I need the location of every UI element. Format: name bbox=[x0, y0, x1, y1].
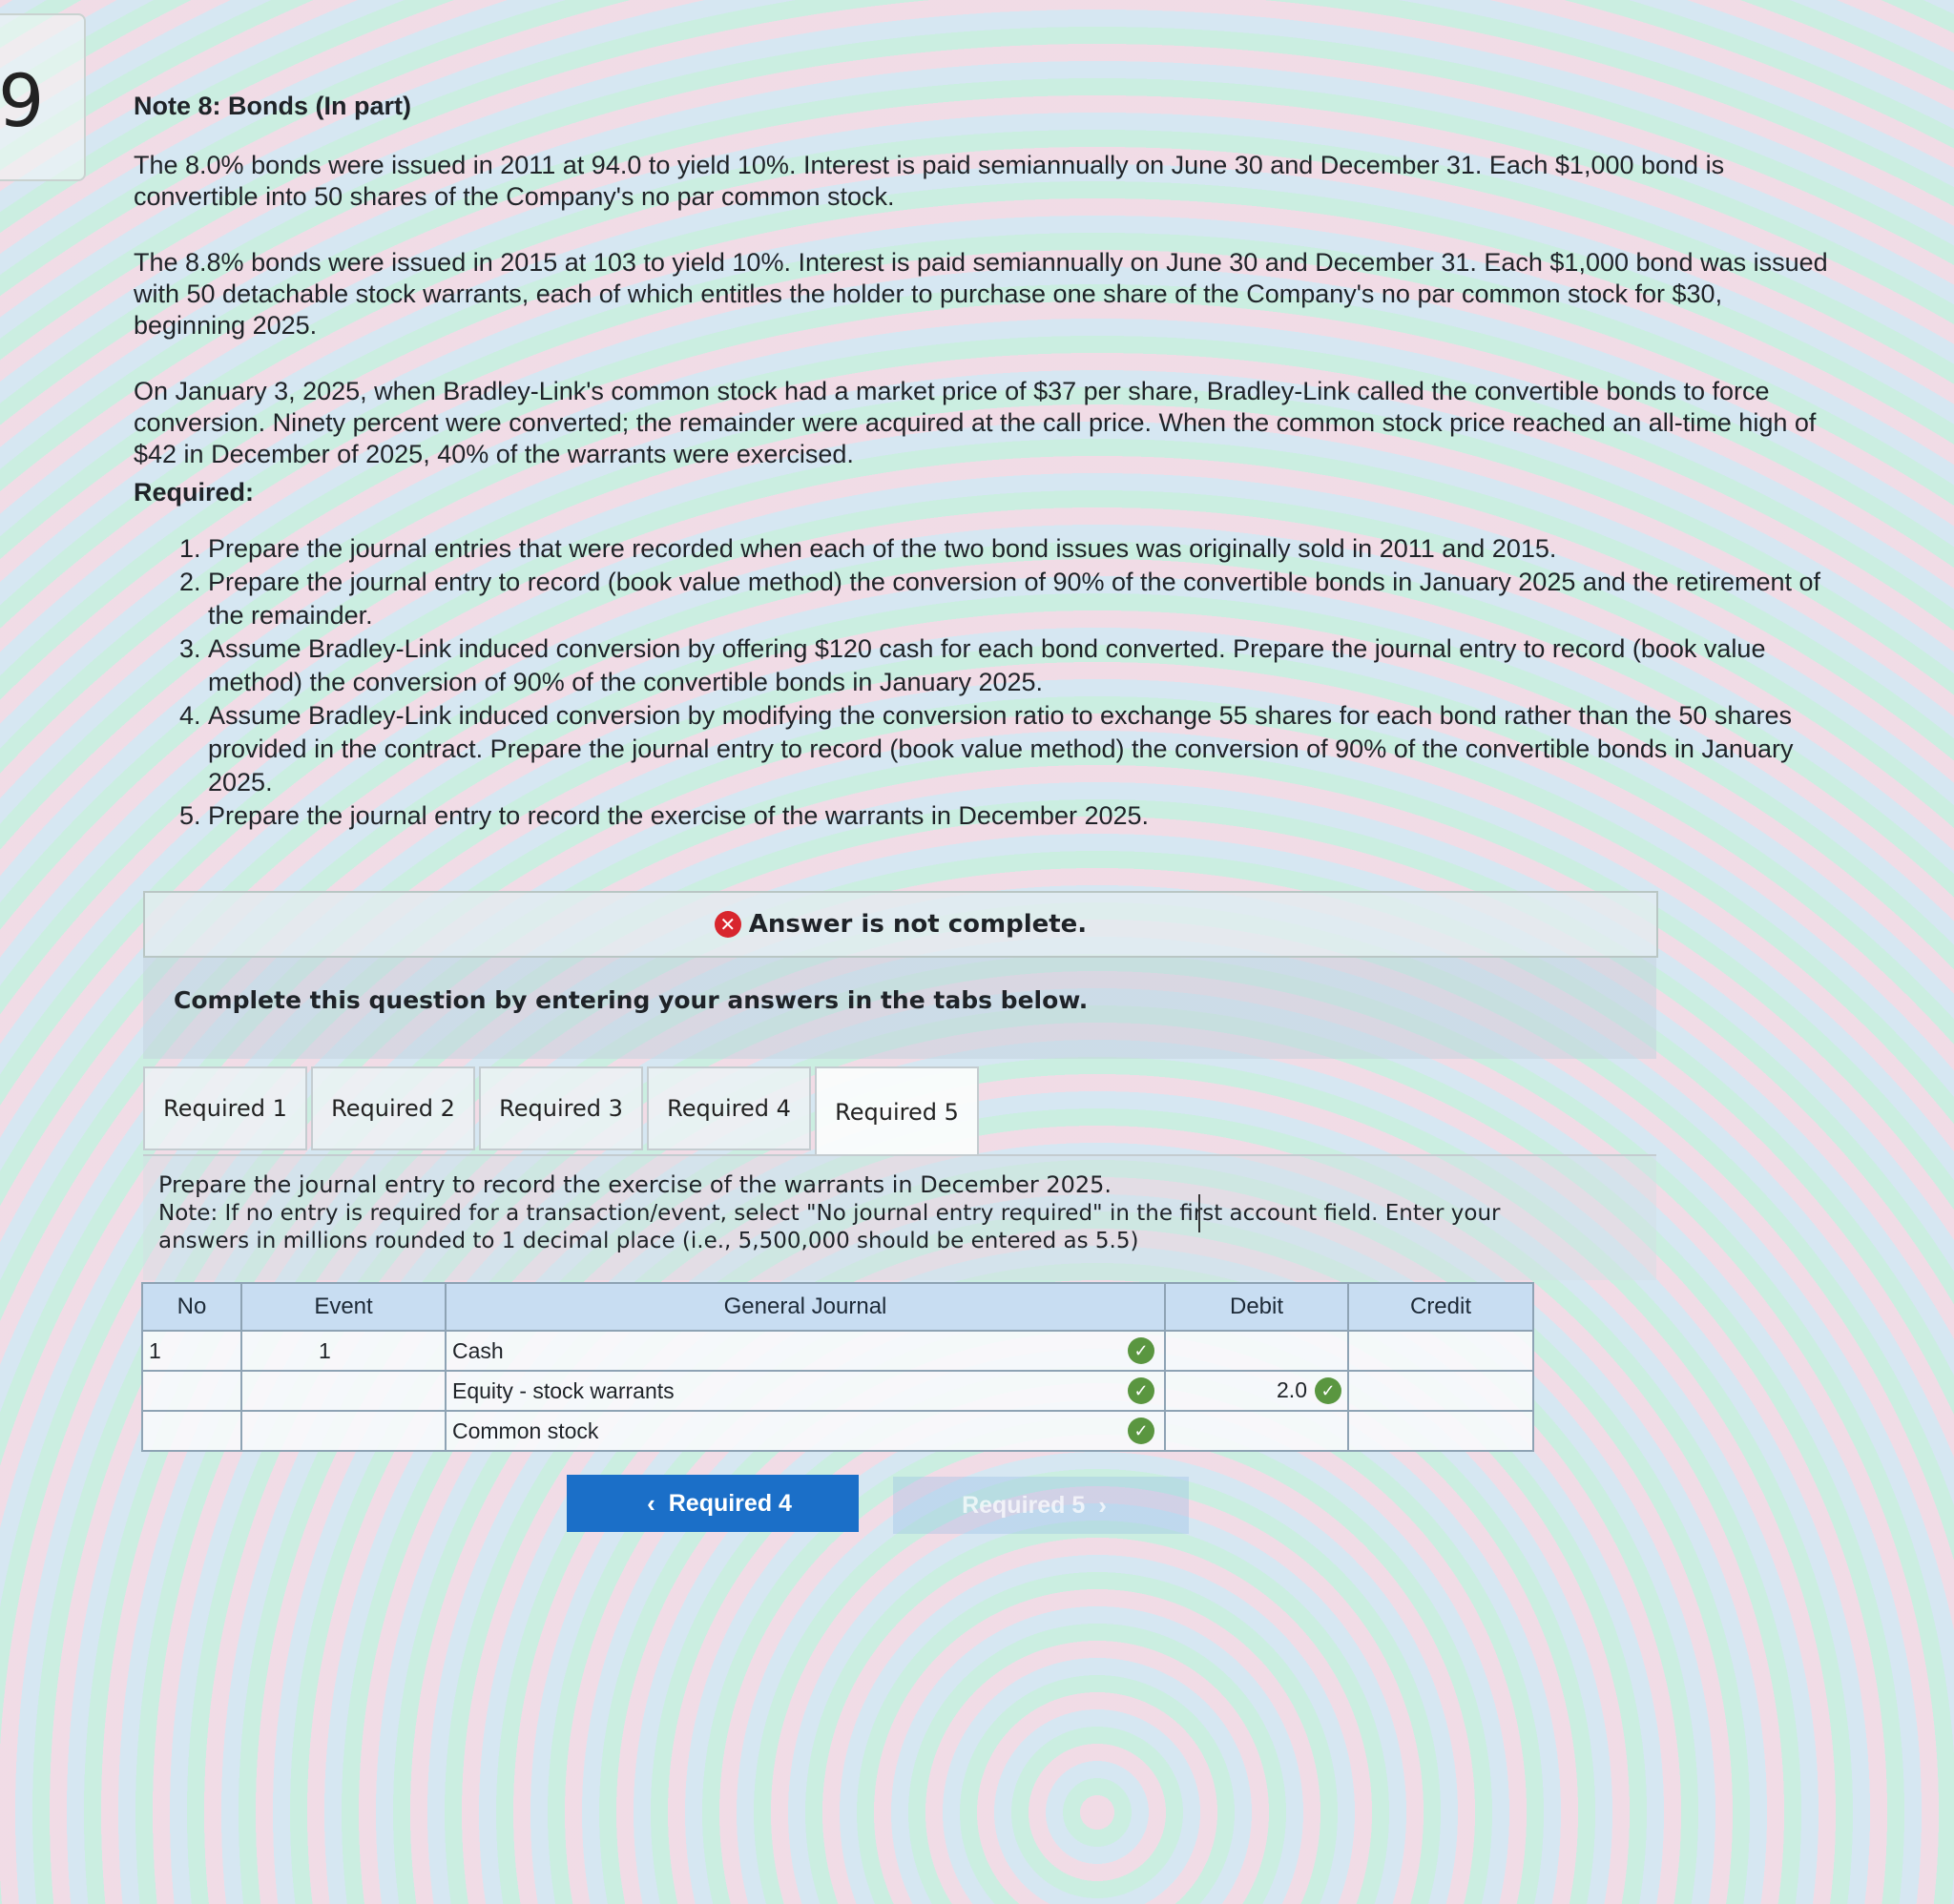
cell-no: 1 bbox=[141, 1330, 242, 1372]
account-name: Common stock bbox=[452, 1418, 599, 1443]
question-number: 9 bbox=[0, 58, 45, 143]
question-content: Note 8: Bonds (In part) The 8.0% bonds w… bbox=[134, 92, 1832, 833]
answer-status-text: Answer is not complete. bbox=[748, 910, 1088, 939]
chevron-right-icon: › bbox=[1098, 1490, 1107, 1520]
required-label: Required: bbox=[134, 478, 255, 507]
prev-required-button[interactable]: ‹ Required 4 bbox=[567, 1475, 859, 1532]
debit-field[interactable] bbox=[1164, 1330, 1349, 1372]
debit-field[interactable]: 2.0 ✓ bbox=[1164, 1370, 1349, 1412]
cell-event: 1 bbox=[240, 1330, 447, 1372]
account-field[interactable]: Cash ✓ bbox=[445, 1330, 1166, 1372]
tab-required-4[interactable]: Required 4 bbox=[647, 1066, 811, 1150]
question-number-badge: 9 bbox=[0, 13, 86, 181]
prev-required-label: Required 4 bbox=[668, 1489, 792, 1517]
requirement-item: Prepare the journal entry to record (boo… bbox=[208, 566, 1832, 632]
requirement-item: Assume Bradley-Link induced conversion b… bbox=[208, 632, 1832, 699]
check-icon: ✓ bbox=[1128, 1377, 1154, 1404]
next-required-label: Required 5 bbox=[962, 1491, 1086, 1519]
header-credit: Credit bbox=[1347, 1282, 1534, 1332]
tab-note: Note: If no entry is required for a tran… bbox=[158, 1201, 1501, 1253]
requirement-tabs: Required 1 Required 2 Required 3 Require… bbox=[143, 1066, 983, 1156]
account-field[interactable]: Equity - stock warrants ✓ bbox=[445, 1370, 1166, 1412]
header-general-journal: General Journal bbox=[445, 1282, 1166, 1332]
check-icon: ✓ bbox=[1128, 1418, 1154, 1444]
note-title: Note 8: Bonds (In part) bbox=[134, 92, 411, 120]
header-no: No bbox=[141, 1282, 242, 1332]
tab-panel: Prepare the journal entry to record the … bbox=[143, 1156, 1656, 1280]
cell-no bbox=[141, 1410, 242, 1452]
table-row: Equity - stock warrants ✓ 2.0 ✓ bbox=[141, 1370, 1534, 1412]
header-debit: Debit bbox=[1164, 1282, 1349, 1332]
account-field[interactable]: Common stock ✓ bbox=[445, 1410, 1166, 1452]
text-cursor-icon bbox=[1198, 1194, 1210, 1232]
cell-no bbox=[141, 1370, 242, 1412]
account-name: Equity - stock warrants bbox=[452, 1377, 675, 1403]
debit-value: 2.0 bbox=[1277, 1376, 1307, 1402]
requirement-item: Assume Bradley-Link induced conversion b… bbox=[208, 699, 1832, 799]
header-event: Event bbox=[240, 1282, 447, 1332]
tab-required-2[interactable]: Required 2 bbox=[311, 1066, 475, 1150]
requirements-list: Prepare the journal entries that were re… bbox=[134, 532, 1832, 833]
answer-status-banner: ✕ Answer is not complete. bbox=[143, 891, 1658, 958]
debit-field[interactable] bbox=[1164, 1410, 1349, 1452]
credit-field[interactable] bbox=[1347, 1370, 1534, 1412]
tab-required-5[interactable]: Required 5 bbox=[815, 1066, 979, 1156]
credit-field[interactable] bbox=[1347, 1410, 1534, 1452]
chevron-left-icon: ‹ bbox=[647, 1488, 655, 1518]
instruction-text: Complete this question by entering your … bbox=[174, 986, 1089, 1014]
next-required-button[interactable]: Required 5 › bbox=[893, 1477, 1189, 1534]
check-icon: ✓ bbox=[1128, 1337, 1154, 1364]
table-row: Common stock ✓ bbox=[141, 1410, 1534, 1452]
requirement-item: Prepare the journal entries that were re… bbox=[208, 532, 1832, 566]
table-row: 1 1 Cash ✓ bbox=[141, 1330, 1534, 1372]
instruction-box: Complete this question by entering your … bbox=[143, 958, 1656, 1059]
account-name: Cash bbox=[452, 1337, 504, 1363]
paragraph: The 8.8% bonds were issued in 2015 at 10… bbox=[134, 248, 1828, 340]
cell-event bbox=[240, 1370, 447, 1412]
x-circle-icon: ✕ bbox=[714, 911, 741, 938]
cell-event bbox=[240, 1410, 447, 1452]
check-icon: ✓ bbox=[1315, 1377, 1341, 1405]
general-journal-table: No Event General Journal Debit Credit 1 … bbox=[141, 1282, 1534, 1452]
tab-required-3[interactable]: Required 3 bbox=[479, 1066, 643, 1150]
paragraph: The 8.0% bonds were issued in 2011 at 94… bbox=[134, 151, 1725, 211]
tab-required-1[interactable]: Required 1 bbox=[143, 1066, 307, 1150]
requirement-item: Prepare the journal entry to record the … bbox=[208, 799, 1832, 833]
tab-prompt: Prepare the journal entry to record the … bbox=[158, 1171, 1112, 1198]
paragraph: On January 3, 2025, when Bradley-Link's … bbox=[134, 377, 1817, 468]
credit-field[interactable] bbox=[1347, 1330, 1534, 1372]
